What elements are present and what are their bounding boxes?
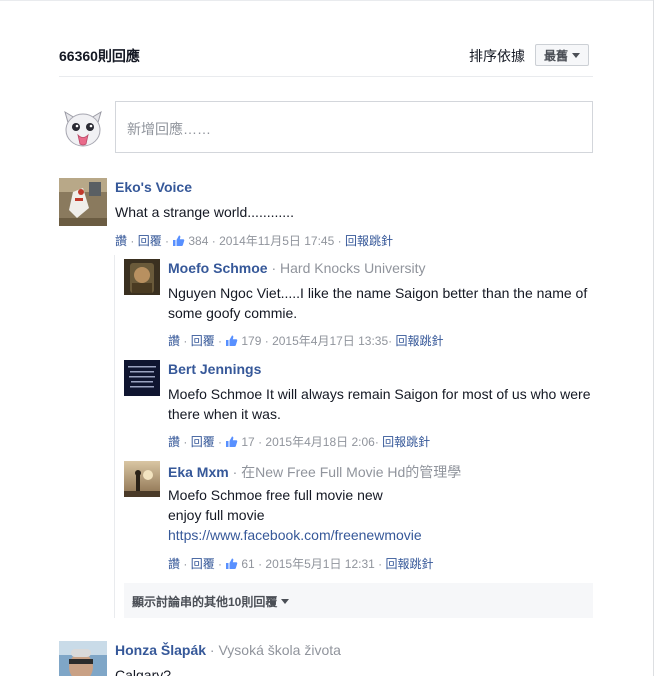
- reply-item: Bert Jennings Moefo Schmoe It will alway…: [124, 360, 594, 450]
- comment-text: Moefo Schmoe It will always remain Saigo…: [168, 386, 591, 422]
- sort-dropdown[interactable]: 最舊: [534, 44, 589, 66]
- reply-button[interactable]: 回覆: [191, 557, 215, 571]
- commenter-name[interactable]: Eka Mxm: [168, 464, 229, 480]
- avatar[interactable]: [124, 360, 160, 396]
- reply-item: Eka Mxm · 在New Free Full Movie Hd的管理學 Mo…: [124, 461, 594, 573]
- reply-button[interactable]: 回覆: [191, 334, 215, 348]
- like-button[interactable]: 讚: [115, 234, 127, 248]
- comment-text: Nguyen Ngoc Viet.....I like the name Sai…: [168, 285, 588, 321]
- reply-thread-line: [114, 255, 115, 618]
- reply-item: Moefo Schmoe · Hard Knocks University Ng…: [124, 259, 594, 349]
- comments-header: 66360則回應 排序依據 最舊: [59, 44, 593, 77]
- thumbs-up-icon: [226, 558, 238, 569]
- avatar[interactable]: [59, 178, 107, 226]
- timestamp[interactable]: 2014年11月5日 17:45: [219, 234, 334, 248]
- chevron-down-icon: [572, 53, 580, 58]
- like-button[interactable]: 讚: [168, 557, 180, 571]
- timestamp[interactable]: 2015年4月17日 13:35: [272, 334, 388, 348]
- commenter-affiliation[interactable]: Vysoká škola života: [218, 642, 340, 658]
- avatar[interactable]: [124, 461, 160, 497]
- comment-actions: 讚 · 回覆 · 384 · 2014年11月5日 17:45 · 回報跳針: [115, 234, 393, 248]
- comment-count: 66360則回應: [59, 48, 140, 64]
- comment-link[interactable]: https://www.facebook.com/freenewmovie: [168, 525, 422, 545]
- report-link[interactable]: 回報跳針: [386, 557, 434, 571]
- like-count[interactable]: 61: [225, 557, 255, 571]
- commenter-name[interactable]: Eko's Voice: [115, 179, 192, 195]
- comment-item: Honza Šlapák · Vysoká škola života Calga…: [59, 641, 593, 676]
- like-button[interactable]: 讚: [168, 435, 180, 449]
- user-avatar: [59, 102, 107, 150]
- reply-button[interactable]: 回覆: [191, 435, 215, 449]
- comment-item: Eko's Voice What a strange world........…: [59, 178, 593, 250]
- comment-actions: 讚 · 回覆 · 179 · 2015年4月17日 13:35· 回報跳針: [168, 334, 444, 348]
- show-more-replies-button[interactable]: 顯示討論串的其他10則回覆: [124, 583, 593, 618]
- like-count[interactable]: 179: [225, 334, 261, 348]
- thumbs-up-icon: [226, 436, 238, 447]
- comment-actions: 讚 · 回覆 · 61 · 2015年5月1日 12:31 · 回報跳針: [168, 557, 434, 571]
- frame-top-border: [0, 0, 654, 1]
- timestamp[interactable]: 2015年4月18日 2:06: [265, 435, 374, 449]
- comment-actions: 讚 · 回覆 · 17 · 2015年4月18日 2:06· 回報跳針: [168, 435, 431, 449]
- commenter-name[interactable]: Honza Šlapák: [115, 642, 206, 658]
- comment-input[interactable]: 新增回應……: [115, 101, 593, 153]
- like-count[interactable]: 384: [172, 234, 208, 248]
- avatar[interactable]: [124, 259, 160, 295]
- chevron-down-icon: [281, 599, 290, 604]
- like-button[interactable]: 讚: [168, 334, 180, 348]
- commenter-affiliation[interactable]: Hard Knocks University: [280, 260, 426, 276]
- thumbs-up-icon: [226, 335, 238, 346]
- show-more-replies-label: 顯示討論串的其他10則回覆: [132, 595, 278, 609]
- comment-text: What a strange world............: [115, 204, 294, 220]
- like-count[interactable]: 17: [225, 435, 255, 449]
- comment-text: Moefo Schmoe free full movie new: [168, 487, 383, 503]
- sort-label: 排序依據: [469, 48, 525, 64]
- comment-text: Calgary?: [115, 667, 172, 676]
- timestamp[interactable]: 2015年5月1日 12:31: [265, 557, 374, 571]
- sort-value: 最舊: [543, 49, 568, 63]
- thumbs-up-icon: [173, 235, 185, 246]
- report-link[interactable]: 回報跳針: [382, 435, 430, 449]
- commenter-name[interactable]: Bert Jennings: [168, 361, 261, 377]
- report-link[interactable]: 回報跳針: [345, 234, 393, 248]
- report-link[interactable]: 回報跳針: [396, 334, 444, 348]
- reply-button[interactable]: 回覆: [138, 234, 162, 248]
- comment-text: enjoy full movie: [168, 507, 265, 523]
- avatar[interactable]: [59, 641, 107, 676]
- commenter-affiliation[interactable]: 在New Free Full Movie Hd的管理學: [241, 464, 461, 480]
- commenter-name[interactable]: Moefo Schmoe: [168, 260, 268, 276]
